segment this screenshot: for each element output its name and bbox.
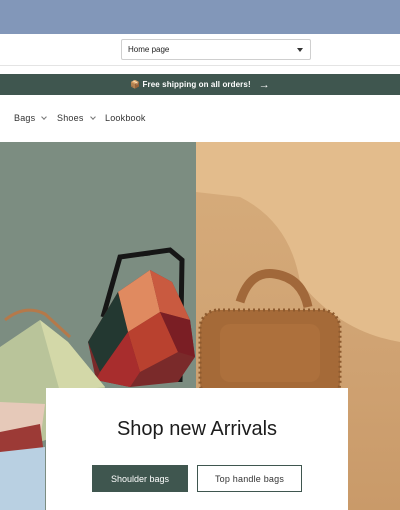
announcement-text: 📦 Free shipping on all orders! (130, 80, 251, 89)
teddy-bag-image (196, 142, 400, 402)
page-select-dropdown[interactable]: Home page (121, 39, 311, 60)
chevron-down-icon (41, 113, 48, 120)
hero-title: Shop new Arrivals (116, 418, 278, 440)
hero-banner: Shop new Arrivals Shoulder bags Top hand… (0, 142, 400, 510)
nav-item-bags[interactable]: Bags (14, 113, 48, 123)
main-nav: Bags Shoes Lookbook (0, 96, 400, 142)
chevron-down-icon (89, 113, 96, 120)
page-selector-bar: Home page (0, 34, 400, 66)
nav-item-lookbook[interactable]: Lookbook (105, 113, 146, 123)
top-handle-bags-button[interactable]: Top handle bags (197, 465, 302, 492)
geometric-bag-image (88, 247, 195, 387)
arrow-right-icon[interactable]: → (259, 79, 270, 91)
caret-down-icon (297, 48, 303, 52)
page-select-value: Home page (128, 45, 170, 54)
nav-item-label: Shoes (57, 113, 84, 123)
hero-card: Shop new Arrivals Shoulder bags Top hand… (46, 388, 348, 510)
nav-item-shoes[interactable]: Shoes (57, 113, 96, 123)
announcement-bar[interactable]: 📦 Free shipping on all orders! → (0, 74, 400, 95)
browser-top-band (0, 0, 400, 34)
nav-item-label: Bags (14, 113, 36, 123)
shoulder-bags-button[interactable]: Shoulder bags (92, 465, 188, 492)
nav-item-label: Lookbook (105, 113, 146, 123)
